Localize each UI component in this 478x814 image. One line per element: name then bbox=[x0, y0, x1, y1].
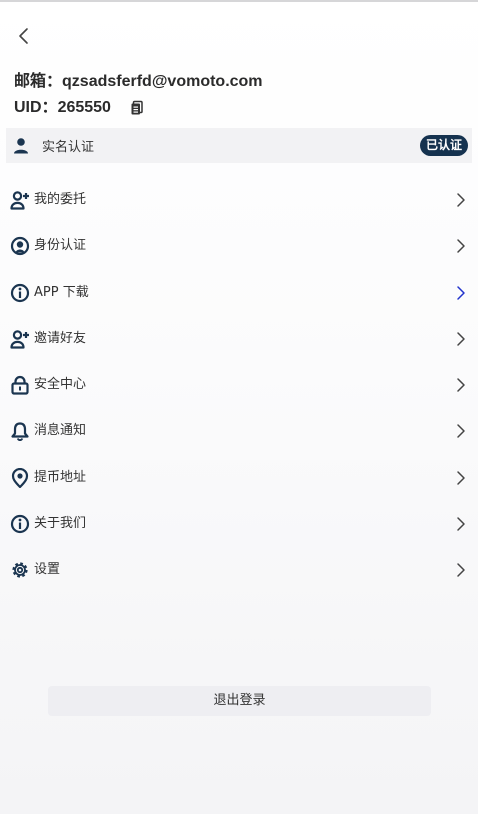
logout-button[interactable]: 退出登录 bbox=[48, 686, 431, 716]
chevron-right-icon bbox=[457, 378, 465, 392]
menu-label: 设置 bbox=[34, 562, 61, 577]
user-plus-icon bbox=[10, 330, 29, 349]
chevron-right-icon bbox=[457, 563, 465, 577]
menu-label: 关于我们 bbox=[34, 515, 87, 531]
chevron-right-icon bbox=[457, 193, 465, 207]
chevron-right-icon bbox=[457, 239, 465, 253]
uid-label: UID： bbox=[14, 99, 58, 116]
email-label: 邮箱： bbox=[14, 73, 63, 90]
email-row: 邮箱：qzsadsferfd@vomoto.com bbox=[14, 70, 263, 94]
chevron-right-icon bbox=[457, 517, 465, 531]
chevron-right-icon bbox=[457, 332, 465, 346]
verification-label: 实名认证 bbox=[42, 140, 95, 155]
gear-icon bbox=[12, 562, 28, 578]
chevron-right-icon bbox=[457, 424, 465, 438]
menu-item-security-center[interactable]: 安全中心 bbox=[0, 362, 478, 408]
menu-label: 邀请好友 bbox=[34, 330, 87, 346]
chevron-right-icon bbox=[457, 285, 465, 300]
account-info: 邮箱：qzsadsferfd@vomoto.com UID： 265550 bbox=[14, 70, 263, 120]
menu-label: APP 下载 bbox=[34, 284, 89, 300]
user-plus-icon bbox=[10, 191, 29, 210]
info-circle-icon bbox=[10, 283, 30, 302]
bell-icon bbox=[11, 422, 29, 442]
person-icon bbox=[14, 137, 28, 153]
menu-item-invite-friends[interactable]: 邀请好友 bbox=[0, 316, 478, 362]
location-pin-icon bbox=[11, 467, 29, 488]
real-name-verification-row[interactable]: 实名认证 已认证 bbox=[6, 128, 472, 163]
menu-item-settings[interactable]: 设置 bbox=[0, 547, 478, 593]
menu-item-app-download[interactable]: APP 下载 bbox=[0, 270, 478, 316]
menu-item-about-us[interactable]: 关于我们 bbox=[0, 501, 478, 547]
info-circle-icon bbox=[10, 514, 30, 533]
menu-label: 安全中心 bbox=[34, 377, 87, 392]
lock-icon bbox=[11, 375, 29, 395]
menu-label: 身份认证 bbox=[34, 238, 87, 254]
id-badge-icon bbox=[10, 237, 30, 256]
menu-label: 消息通知 bbox=[34, 423, 87, 439]
menu-item-notifications[interactable]: 消息通知 bbox=[0, 408, 478, 454]
copy-icon[interactable] bbox=[129, 100, 145, 116]
email-value: qzsadsferfd@vomoto.com bbox=[62, 73, 263, 90]
uid-value: 265550 bbox=[57, 99, 111, 116]
back-arrow-icon[interactable] bbox=[12, 24, 36, 48]
chevron-right-icon bbox=[457, 470, 465, 485]
menu-item-withdrawal-address[interactable]: 提币地址 bbox=[0, 455, 478, 501]
verified-badge: 已认证 bbox=[419, 135, 468, 156]
uid-row: UID： 265550 bbox=[14, 96, 263, 120]
menu-item-my-orders[interactable]: 我的委托 bbox=[0, 177, 478, 223]
menu-label: 提币地址 bbox=[34, 469, 87, 485]
menu-label: 我的委托 bbox=[34, 192, 87, 207]
top-divider bbox=[0, 0, 478, 2]
settings-menu: 我的委托 身份认证 APP 下载 邀请好友 安全中心 消息通知 提币地址 关于我… bbox=[0, 177, 478, 593]
menu-item-identity-verification[interactable]: 身份认证 bbox=[0, 223, 478, 269]
